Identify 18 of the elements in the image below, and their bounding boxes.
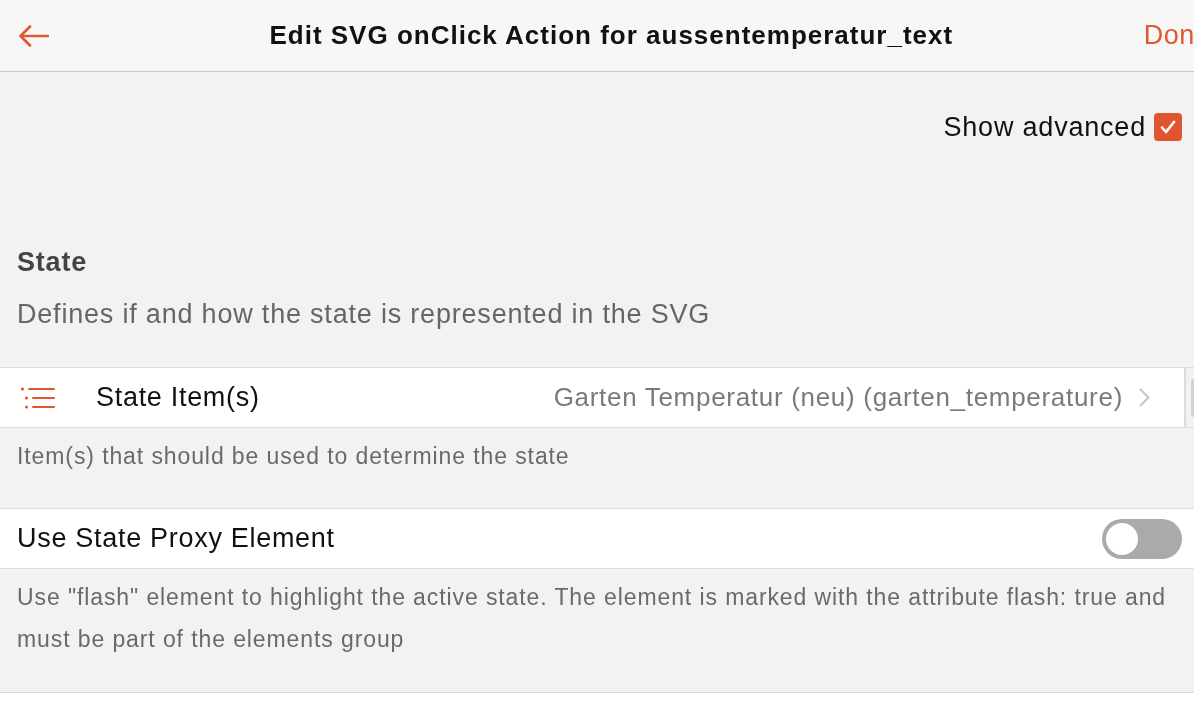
toggle-switch[interactable]: [1102, 518, 1182, 559]
page-title: Edit SVG onClick Action for aussentemperatur_text: [268, 20, 955, 51]
setting-value: Garten Temperatur (neu) (garten_temperature): [553, 382, 1123, 413]
back-arrow-icon: [19, 24, 49, 47]
setting-label: State Item(s): [96, 382, 260, 413]
setting-hint: Item(s) that should be used to determine the state: [16, 442, 571, 471]
show-advanced-label: Show advanced: [943, 111, 1146, 143]
checkmark-icon: [1160, 120, 1176, 134]
section-description: Defines if and how the state is represented in the SVG: [16, 298, 712, 330]
setting-label: Use State Proxy Element: [16, 523, 335, 554]
done-button[interactable]: Don: [1137, 20, 1194, 51]
state-item-picker-row[interactable]: State Item(s) Garten Temperatur (neu) (garten_temperature): [0, 367, 1194, 428]
section-title: State: [16, 246, 89, 278]
back-button[interactable]: [19, 24, 49, 47]
chevron-right-icon: [1139, 388, 1150, 407]
list-icon: [20, 386, 56, 409]
show-advanced-checkbox[interactable]: [1154, 113, 1182, 141]
setting-hint: Use "flash" element to highlight the active state. The element is marked with the attribute flash: true and must be part of the elements group: [16, 583, 1168, 654]
